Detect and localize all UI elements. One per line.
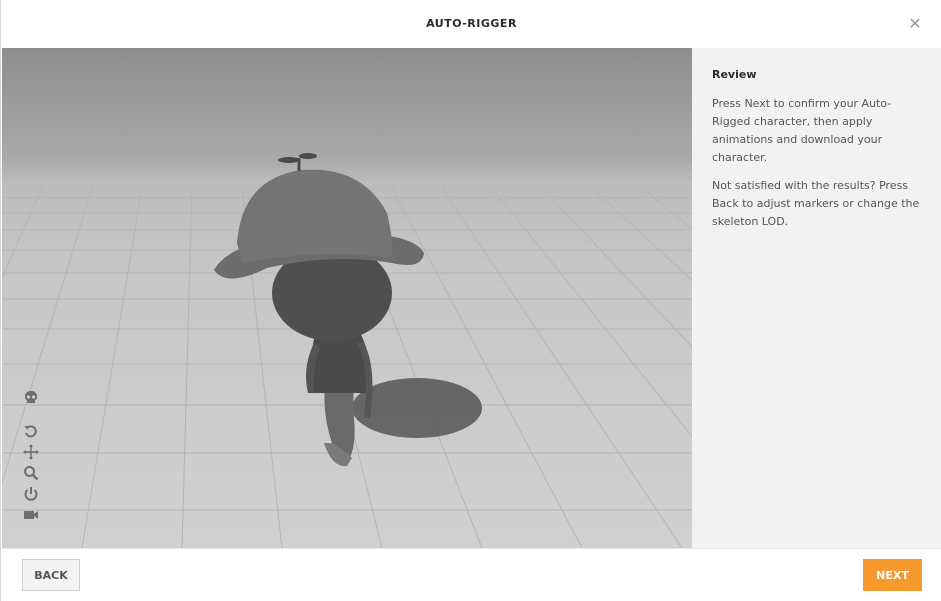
window-title: AUTO-RIGGER	[426, 17, 517, 30]
next-button[interactable]: NEXT	[863, 559, 922, 591]
panel-heading: Review	[712, 68, 757, 81]
character-scene	[2, 153, 692, 548]
close-icon[interactable]: ✕	[906, 15, 924, 33]
auto-rigger-window: AUTO-RIGGER ✕ Review Press Next to confi…	[0, 0, 941, 601]
3d-viewport[interactable]	[2, 48, 692, 548]
panel-instructions: Press Next to confirm your Auto-Rigged c…	[712, 97, 892, 164]
power-icon[interactable]	[23, 486, 41, 504]
back-button[interactable]: BACK	[22, 559, 80, 591]
move-icon[interactable]	[23, 444, 41, 462]
header: AUTO-RIGGER ✕	[1, 0, 941, 48]
camera-icon[interactable]	[23, 507, 41, 525]
undo-icon[interactable]	[23, 423, 41, 441]
character-hat-crown	[237, 169, 393, 263]
skull-icon[interactable]	[23, 390, 41, 408]
footer: BACK NEXT	[1, 548, 941, 601]
review-panel: Review Press Next to confirm your Auto-R…	[692, 48, 941, 548]
zoom-icon[interactable]	[23, 465, 41, 483]
panel-help-text: Not satisfied with the results? Press Ba…	[712, 179, 920, 228]
